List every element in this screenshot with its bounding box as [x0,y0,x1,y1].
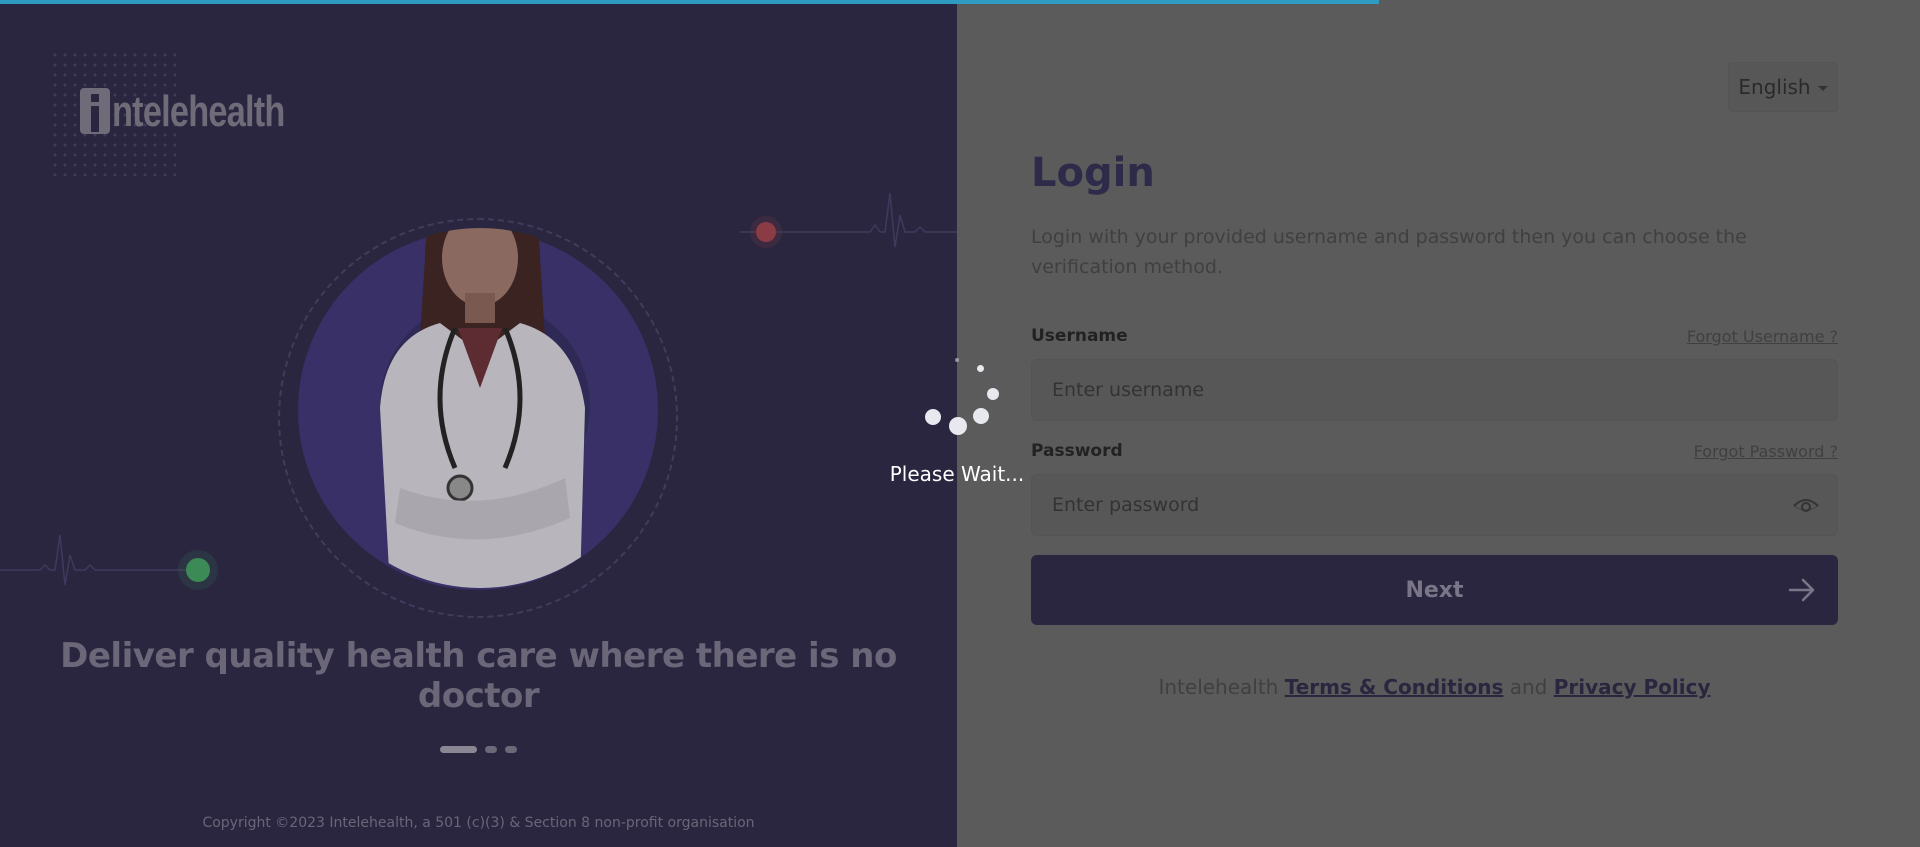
top-progress-bar [0,0,1920,4]
eye-icon[interactable] [1793,496,1819,516]
username-label: Username [1031,326,1128,346]
red-indicator-dot [756,222,776,242]
password-field-wrapper [1031,474,1838,536]
caret-down-icon [1817,85,1828,91]
language-select[interactable]: English [1728,62,1838,112]
hero-panel: ntelehealth Deliver quality health care … [0,0,957,847]
next-button[interactable]: Next [1031,555,1838,625]
username-input[interactable] [1032,360,1837,420]
login-title: Login [1031,150,1155,196]
forgot-password-link[interactable]: Forgot Password ? [1588,442,1838,461]
language-selected: English [1738,75,1811,99]
hero-tagline: Deliver quality health care where there … [60,636,897,716]
privacy-link[interactable]: Privacy Policy [1554,675,1711,699]
copyright-text: Copyright ©2023 Intelehealth, a 501 (c)(… [202,815,755,831]
heartbeat-line-icon [740,192,957,248]
arrow-right-icon [1788,578,1815,602]
legal-links: Intelehealth Terms & Conditions and Priv… [1031,675,1838,699]
carousel-indicators [440,746,517,753]
footer-and: and [1509,675,1548,699]
logo-text: ntelehealth [112,87,285,136]
loading-text: Please Wait... [889,462,1025,486]
green-indicator-dot [186,558,210,582]
loading-spinner-icon [910,352,1010,452]
login-panel [957,0,1920,847]
carousel-dot[interactable] [485,746,497,753]
carousel-dot[interactable] [505,746,517,753]
password-input[interactable] [1032,475,1837,535]
progress-fill [0,0,1379,4]
doctor-illustration [380,228,585,588]
terms-link[interactable]: Terms & Conditions [1285,675,1504,699]
intelehealth-logo: ntelehealth [80,88,333,134]
forgot-username-link[interactable]: Forgot Username ? [1588,327,1838,346]
next-button-label: Next [1405,577,1464,603]
login-subtitle: Login with your provided username and pa… [1031,226,1747,278]
password-label: Password [1031,441,1123,461]
heartbeat-line-icon [0,534,200,586]
carousel-dot[interactable] [440,746,477,753]
logo-mark-icon [80,88,110,134]
username-field-wrapper [1031,359,1838,421]
footer-prefix: Intelehealth [1158,675,1279,699]
